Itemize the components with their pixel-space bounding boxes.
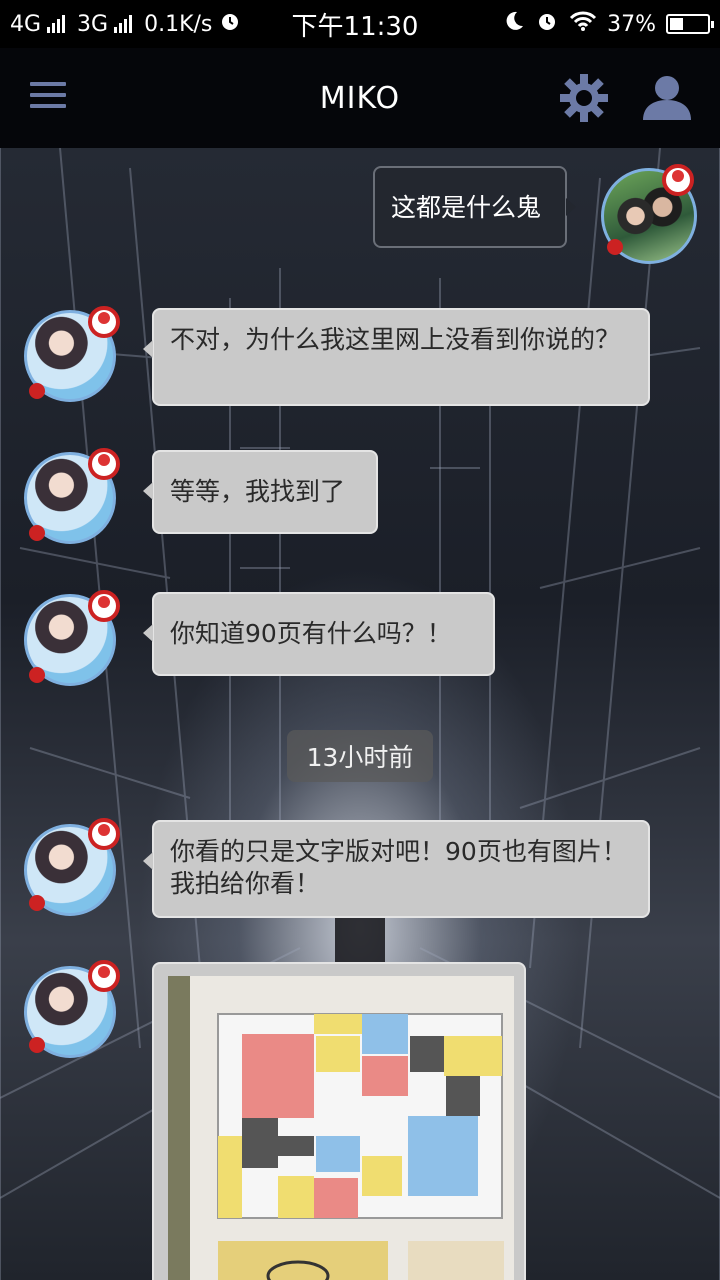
user-icon[interactable] (640, 72, 694, 124)
flower-dot-icon (604, 236, 626, 258)
moon-icon (503, 10, 525, 38)
flower-badge-icon (658, 162, 698, 198)
flower-dot-icon (26, 522, 48, 544)
mondrian-photo (168, 976, 514, 1280)
battery-icon (666, 14, 714, 34)
alarm-icon (218, 9, 242, 39)
app-title: MIKO (319, 80, 401, 116)
flower-badge-icon (84, 588, 124, 624)
message-text: 等等，我找到了 (170, 477, 346, 506)
message-bubble-incoming[interactable]: 你知道90页有什么吗？！ (143, 592, 495, 676)
flower-badge-icon (84, 446, 124, 482)
alarm-icon-right (535, 9, 559, 39)
message-text: 你知道90页有什么吗？！ (170, 619, 452, 648)
status-bar: 4G 3G 0.1K/s 下午11:30 37% (0, 0, 720, 48)
network-3g-label: 3G (77, 11, 109, 37)
status-time: 下午11:30 (291, 11, 419, 42)
flower-badge-icon (84, 816, 124, 852)
status-left: 4G 3G 0.1K/s (10, 9, 270, 39)
flower-badge-icon (84, 304, 124, 340)
status-right: 37% (440, 9, 714, 39)
message-text: 你看的只是文字版对吧！90页也有图片！我拍给你看！ (170, 837, 627, 898)
timestamp-divider: 13小时前 (287, 730, 433, 782)
network-speed: 0.1K/s (144, 11, 213, 37)
gear-icon[interactable] (558, 72, 610, 124)
message-bubble-incoming[interactable]: 你看的只是文字版对吧！90页也有图片！我拍给你看！ (143, 820, 650, 918)
flower-dot-icon (26, 380, 48, 402)
signal-icon-2 (114, 15, 133, 33)
signal-icon (47, 15, 66, 33)
photo-image[interactable] (168, 976, 514, 1280)
message-text: 这都是什么鬼 (391, 193, 542, 222)
message-bubble-outgoing[interactable]: 这都是什么鬼 (373, 166, 576, 248)
app-bar: MIKO (0, 48, 720, 148)
flower-dot-icon (26, 892, 48, 914)
message-bubble-incoming[interactable]: 等等，我找到了 (143, 450, 378, 534)
flower-dot-icon (26, 1034, 48, 1056)
message-bubble-incoming[interactable]: 不对，为什么我这里网上没看到你说的？ (143, 308, 650, 406)
network-4g-label: 4G (10, 11, 42, 37)
message-text: 不对，为什么我这里网上没看到你说的？ (170, 325, 621, 354)
image-message[interactable] (152, 962, 526, 1280)
flower-badge-icon (84, 958, 124, 994)
menu-icon[interactable] (30, 82, 66, 112)
battery-percent: 37% (607, 11, 656, 37)
flower-dot-icon (26, 664, 48, 686)
chat-area[interactable]: 这都是什么鬼 不对，为什么我这里网上没看到你说的？ 等等，我找到了 你知道90页… (0, 148, 720, 1280)
wifi-icon (569, 10, 597, 38)
